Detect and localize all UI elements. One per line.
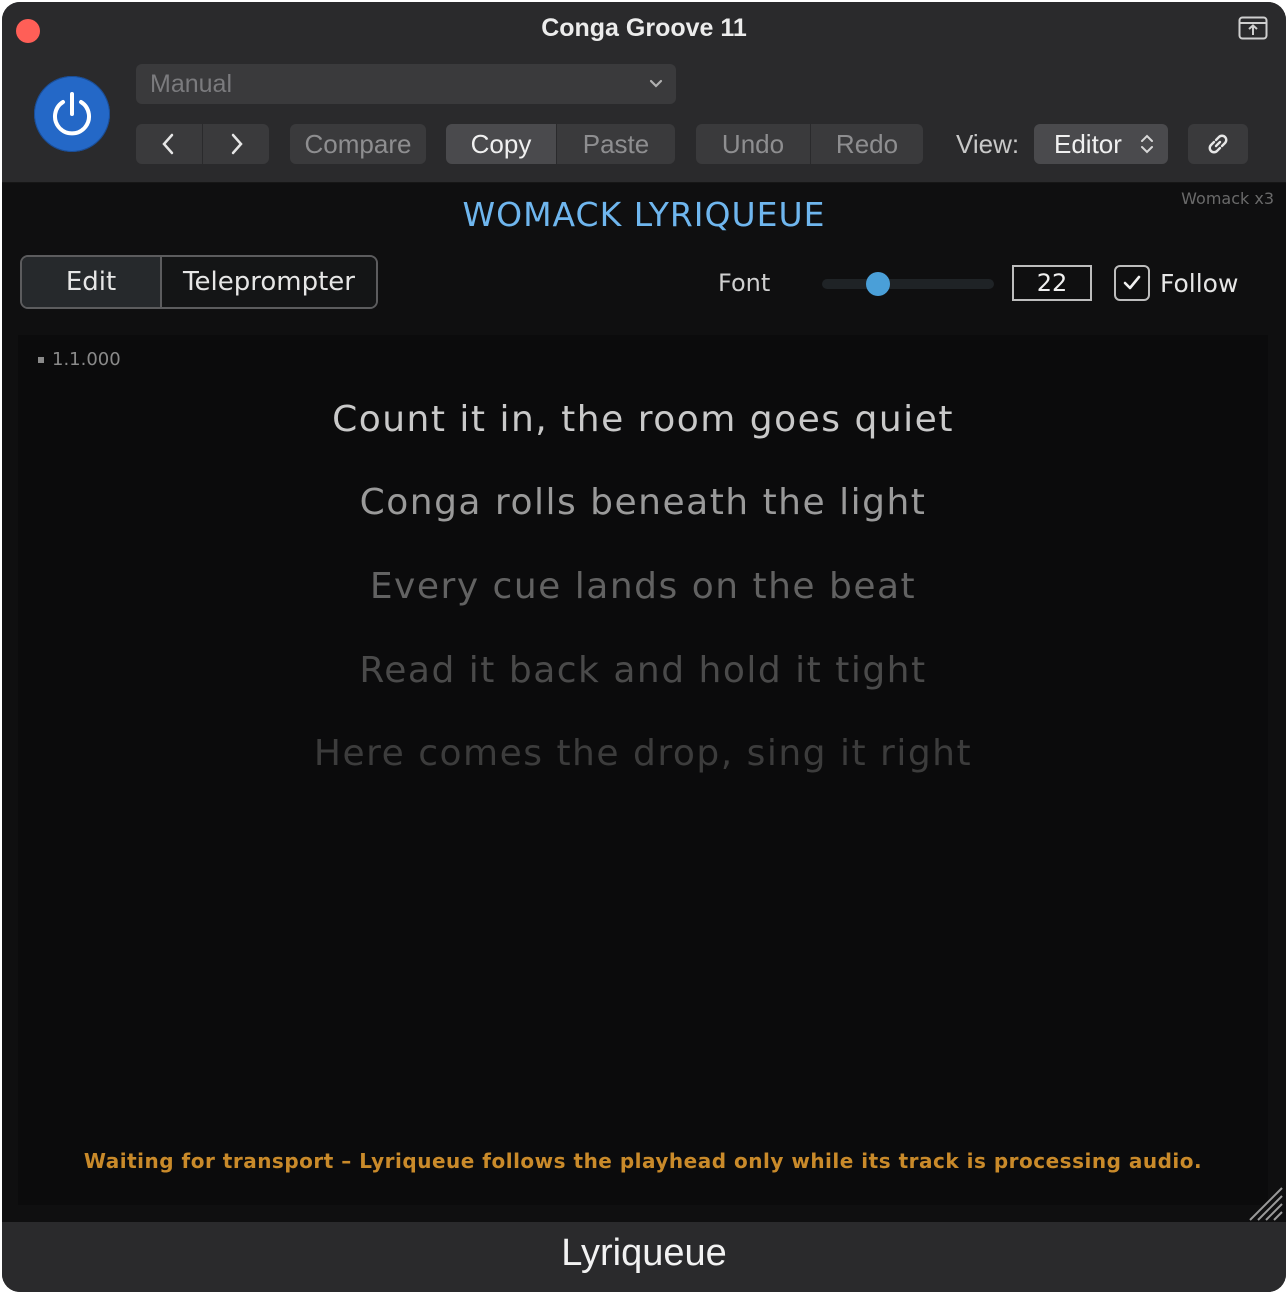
power-icon [53,92,91,136]
plugin-brand: WOMACK LYRIQUEUE [462,195,826,234]
position-marker-icon [38,357,44,363]
font-size-field[interactable]: 22 [1012,265,1092,301]
follow-label: Follow [1160,269,1239,298]
redo-button[interactable]: Redo [811,124,923,164]
link-icon [1208,134,1228,154]
instance-label: Womack x3 [1181,189,1274,208]
chevron-right-icon [231,133,243,155]
tab-teleprompter[interactable]: Teleprompter [162,257,376,307]
undo-button[interactable]: Undo [696,124,810,164]
footer-title: Lyriqueue [2,1222,1286,1292]
position-value: 1.1.000 [52,349,121,370]
lyric-line: Here comes the drop, sing it right [313,733,973,774]
lyrics-panel[interactable]: 1.1.000 Count it in, the room goes quiet… [18,335,1268,1205]
lyric-line: Every cue lands on the beat [369,566,917,607]
lyric-line: Read it back and hold it tight [359,650,927,691]
copy-button[interactable]: Copy [446,124,556,164]
lyric-line: Conga rolls beneath the light [359,482,927,523]
updown-chevron-icon [1141,134,1153,154]
plugin-window: Conga Groove 11 Manual Compare Copy Past… [2,2,1286,1292]
font-slider-thumb[interactable] [866,272,891,296]
font-slider-track[interactable] [822,279,994,289]
preset-value: Manual [150,70,232,98]
plugin-body: WOMACK LYRIQUEUE Womack x3 Edit Teleprom… [2,183,1286,1222]
compare-button[interactable]: Compare [290,124,426,164]
next-preset-button[interactable] [203,124,269,164]
lyric-line: Count it in, the room goes quiet [332,399,954,440]
view-select-value: Editor [1054,129,1122,159]
status-message: Waiting for transport – Lyriqueue follow… [83,1149,1203,1173]
previous-preset-button[interactable] [136,124,202,164]
chevron-left-icon [162,133,174,155]
checkmark-icon [1123,275,1141,290]
power-button[interactable] [34,76,110,152]
position-marker: 1.1.000 [38,349,121,370]
link-button[interactable] [1188,124,1248,164]
follow-checkbox[interactable] [1114,265,1150,301]
view-label: View: [956,129,1020,159]
resize-grip-icon[interactable] [1244,1182,1284,1222]
popout-icon[interactable] [1238,16,1268,40]
view-select[interactable]: Editor [1034,124,1168,164]
tab-edit[interactable]: Edit [22,257,160,307]
chevron-down-icon [649,79,663,88]
host-header: Conga Groove 11 Manual Compare Copy Past… [2,2,1286,183]
paste-button[interactable]: Paste [557,124,675,164]
font-label: Font [718,269,771,297]
mode-tabs: Edit Teleprompter [20,255,378,309]
window-title: Conga Groove 11 [541,14,747,42]
preset-select[interactable]: Manual [136,64,676,104]
